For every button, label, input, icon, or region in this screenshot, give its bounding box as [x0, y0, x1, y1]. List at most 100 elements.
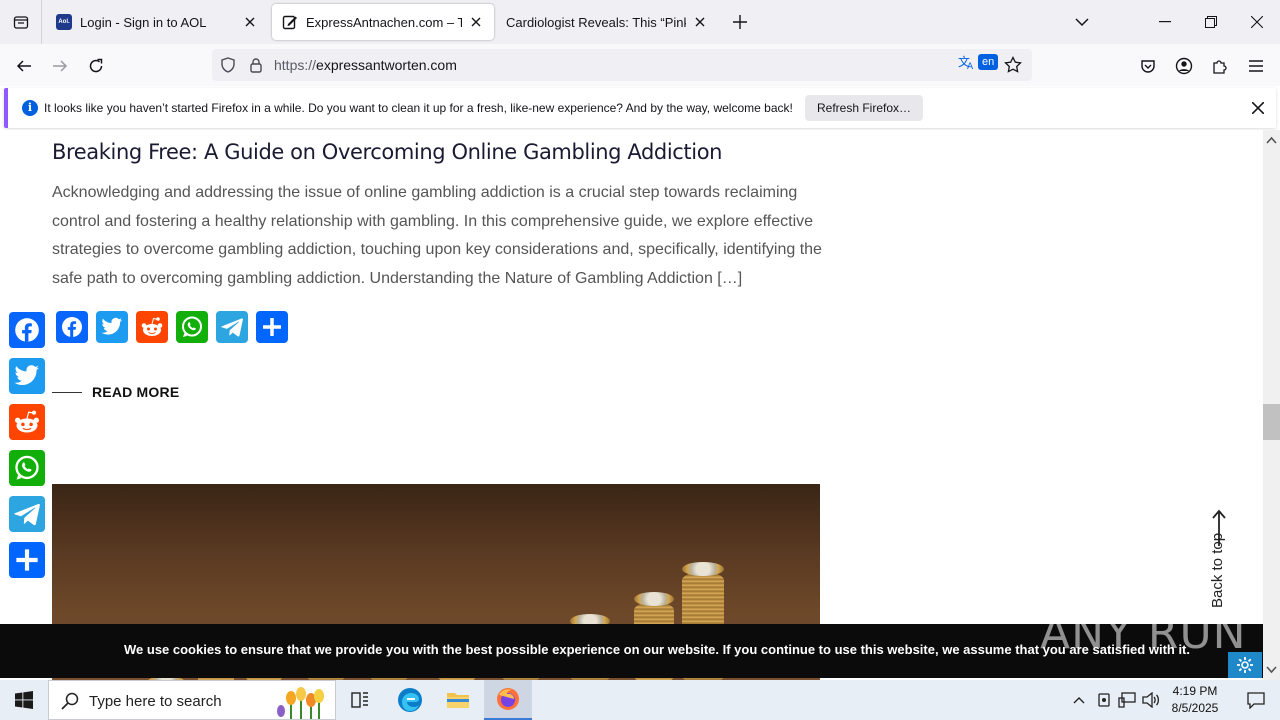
tab-expressantworten[interactable]: ExpressAntnachen.com – The m — [272, 4, 494, 40]
tab-close-icon[interactable] — [242, 14, 258, 30]
twitter-icon — [14, 365, 39, 385]
file-explorer-taskbar-button[interactable] — [434, 680, 482, 720]
reddit-share-button[interactable] — [9, 404, 45, 440]
svg-text:A: A — [967, 62, 974, 70]
whatsapp-share-button[interactable] — [176, 311, 208, 343]
share-buttons-row — [56, 311, 288, 343]
clock-time: 4:19 PM — [1172, 684, 1218, 698]
notification-icon — [1247, 692, 1265, 709]
minimize-button[interactable] — [1142, 0, 1188, 44]
reload-button[interactable] — [82, 52, 110, 80]
show-hidden-icons-button[interactable] — [1068, 680, 1090, 720]
aol-logo-icon: Aol. — [56, 14, 72, 30]
search-placeholder: Type here to search — [89, 693, 222, 710]
generic-share-button[interactable] — [256, 311, 288, 343]
app-menu-button[interactable] — [1242, 52, 1270, 80]
speaker-icon — [1142, 692, 1160, 708]
tab-pink-salt[interactable]: Cardiologist Reveals: This “Pink Salt — [496, 4, 718, 40]
facebook-share-button[interactable] — [56, 311, 88, 343]
read-more-link[interactable]: READ MORE — [52, 384, 179, 400]
plus-icon — [733, 15, 747, 29]
taskbar-search-box[interactable]: Type here to search — [48, 680, 336, 720]
address-bar[interactable]: https://expressantworten.com 文A en — [212, 49, 1032, 81]
url-protocol: https:// — [274, 57, 317, 73]
generic-share-button[interactable] — [9, 542, 45, 578]
pocket-icon — [1141, 60, 1155, 73]
notification-message: It looks like you haven’t started Firefo… — [44, 101, 793, 115]
close-icon — [1251, 16, 1263, 28]
tab-strip: Aol. Login - Sign in to AOL ExpressAntna… — [0, 0, 1280, 44]
url-text[interactable]: https://expressantworten.com — [274, 57, 457, 73]
tab-aol-login[interactable]: Aol. Login - Sign in to AOL — [46, 4, 268, 40]
restore-icon — [1205, 16, 1217, 28]
coin-top — [682, 562, 724, 576]
lock-icon[interactable] — [248, 57, 264, 78]
facebook-share-button[interactable] — [9, 312, 45, 348]
article-title-link[interactable]: Breaking Free: A Guide on Overcoming Onl… — [52, 140, 722, 164]
reddit-icon — [14, 410, 40, 433]
share-plus-icon — [16, 549, 38, 571]
refresh-firefox-button[interactable]: Refresh Firefox… — [805, 95, 924, 121]
scroll-down-arrow-icon[interactable] — [1263, 661, 1280, 678]
tab-list-icon — [13, 16, 28, 29]
usb-device-icon — [1098, 693, 1110, 707]
facebook-icon — [62, 317, 82, 337]
account-button[interactable] — [1170, 52, 1198, 80]
scrollbar-thumb[interactable] — [1263, 404, 1280, 440]
windows-taskbar: Type here to search 4:19 PM 8/5/2025 — [0, 680, 1280, 720]
volume-tray-icon[interactable] — [1140, 680, 1162, 720]
navigation-toolbar: https://expressantworten.com 文A en — [0, 44, 1280, 86]
telegram-share-button[interactable] — [216, 311, 248, 343]
back-button[interactable] — [10, 52, 38, 80]
account-icon — [1175, 57, 1193, 75]
network-tray-icon[interactable] — [1116, 680, 1138, 720]
url-host: expressantworten.com — [316, 57, 457, 73]
start-button[interactable] — [0, 680, 48, 720]
extensions-button[interactable] — [1206, 52, 1234, 80]
reddit-share-button[interactable] — [136, 311, 168, 343]
tab-title: ExpressAntnachen.com – The m — [306, 14, 462, 30]
tab-title: Login - Sign in to AOL — [80, 14, 207, 30]
page-scrollbar[interactable] — [1263, 130, 1280, 680]
tracking-protection-shield-icon[interactable] — [220, 57, 236, 78]
action-center-button[interactable] — [1232, 680, 1280, 720]
taskbar-clock[interactable]: 4:19 PM 8/5/2025 — [1166, 683, 1224, 717]
windows-logo-icon — [15, 691, 33, 709]
task-view-button[interactable] — [336, 680, 384, 720]
twitter-share-button[interactable] — [96, 311, 128, 343]
device-tray-icon[interactable] — [1094, 680, 1114, 720]
read-more-rule — [52, 391, 82, 393]
edit-document-icon — [282, 14, 298, 30]
telegram-icon — [221, 318, 243, 337]
whatsapp-icon — [182, 316, 202, 337]
tab-close-icon[interactable] — [468, 14, 484, 30]
whatsapp-share-button[interactable] — [9, 450, 45, 486]
scroll-up-arrow-icon[interactable] — [1263, 132, 1280, 149]
article-excerpt: Acknowledging and addressing the issue o… — [52, 184, 822, 288]
list-all-tabs-button[interactable] — [1070, 10, 1094, 34]
tab-close-icon[interactable] — [692, 14, 708, 30]
twitter-share-button[interactable] — [9, 358, 45, 394]
translate-button[interactable]: 文A en — [958, 54, 999, 70]
tab-list-button[interactable] — [0, 0, 42, 44]
refresh-firefox-notification: i It looks like you haven’t started Fire… — [4, 88, 1276, 128]
edge-icon — [398, 688, 422, 712]
telegram-share-button[interactable] — [9, 496, 45, 532]
folder-icon — [447, 693, 469, 708]
tulips-icon — [277, 687, 324, 719]
edge-taskbar-button[interactable] — [386, 680, 434, 720]
bookmark-star-icon[interactable] — [1004, 56, 1022, 79]
coin-top — [634, 592, 674, 606]
firefox-taskbar-button[interactable] — [484, 680, 532, 720]
notification-close-button[interactable] — [1248, 98, 1268, 118]
new-tab-button[interactable] — [728, 10, 752, 34]
restore-button[interactable] — [1188, 0, 1234, 44]
pocket-button[interactable] — [1134, 52, 1162, 80]
close-window-button[interactable] — [1234, 0, 1280, 44]
info-icon: i — [22, 100, 38, 116]
forward-button[interactable] — [46, 52, 74, 80]
task-view-icon — [351, 692, 368, 708]
arrow-left-icon — [16, 60, 31, 72]
translate-language-badge: en — [978, 54, 999, 70]
web-page-content: Breaking Free: A Guide on Overcoming Onl… — [0, 130, 1263, 680]
